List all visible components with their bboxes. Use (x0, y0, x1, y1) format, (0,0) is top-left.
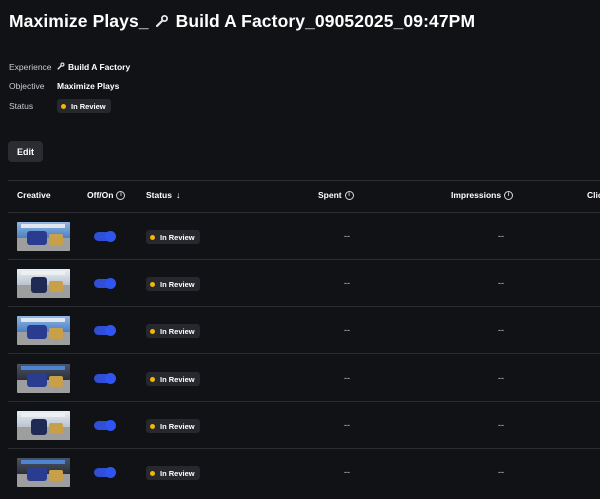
meta-objective: Objective Maximize Plays (9, 79, 119, 93)
column-header-off-on: Off/On i (87, 190, 126, 200)
status-badge: In Review (146, 324, 200, 338)
status-badge-text: In Review (160, 232, 195, 242)
spent-value: -- (344, 420, 350, 430)
status-badge-text: In Review (160, 421, 195, 431)
spent-value: -- (344, 467, 350, 477)
column-header-impressions[interactable]: Impressions i (451, 190, 514, 200)
table-top-divider (8, 180, 600, 181)
status-badge-text: In Review (160, 326, 195, 336)
column-header-creative-label: Creative (17, 190, 51, 200)
column-header-spent-label: Spent (318, 190, 342, 200)
table-row[interactable]: In Review -- -- (8, 402, 600, 449)
wrench-icon (57, 62, 65, 72)
creative-thumbnail[interactable] (17, 222, 70, 251)
enable-toggle[interactable] (94, 467, 116, 478)
status-dot-icon (150, 328, 155, 334)
experience-value-text: Build A Factory (68, 62, 131, 72)
column-header-impressions-label: Impressions (451, 190, 502, 200)
experience-value[interactable]: Build A Factory (57, 62, 130, 72)
objective-label: Objective (9, 81, 45, 91)
enable-toggle[interactable] (94, 325, 116, 336)
meta-experience: Experience Build A Factory (9, 60, 130, 74)
status-badge: In Review (146, 277, 200, 291)
page-title: Maximize Plays_ Build A Factory_09052025… (9, 11, 475, 33)
table-row[interactable]: In Review -- -- (8, 449, 600, 496)
spent-value: -- (344, 231, 350, 241)
spent-value: -- (344, 278, 350, 288)
status-dot-icon (61, 103, 66, 109)
table-row[interactable]: In Review -- -- (8, 355, 600, 402)
impressions-value: -- (498, 420, 504, 430)
column-header-clicks-label: Clic (587, 190, 600, 200)
title-prefix: Maximize Plays_ (9, 11, 149, 31)
creative-thumbnail[interactable] (17, 364, 70, 393)
column-header-creative: Creative (17, 190, 51, 200)
impressions-value: -- (498, 325, 504, 335)
info-icon[interactable]: i (116, 190, 126, 200)
column-header-clicks[interactable]: Clic (587, 190, 600, 200)
impressions-value: -- (498, 373, 504, 383)
status-label: Status (9, 101, 34, 111)
info-icon[interactable]: i (504, 190, 514, 200)
status-dot-icon (150, 281, 155, 287)
creative-thumbnail[interactable] (17, 316, 70, 345)
impressions-value: -- (498, 278, 504, 288)
table-row[interactable]: In Review -- -- (8, 260, 600, 307)
edit-button[interactable]: Edit (8, 141, 43, 162)
impressions-value: -- (498, 231, 504, 241)
status-badge-text: In Review (160, 374, 195, 384)
title-suffix: Build A Factory_09052025_09:47PM (175, 11, 476, 31)
enable-toggle[interactable] (94, 373, 116, 384)
status-dot-icon (150, 234, 155, 240)
arrow-down-icon[interactable]: ↓ (176, 190, 181, 200)
table-row[interactable]: In Review -- -- (8, 213, 600, 260)
column-header-status-label: Status (146, 190, 172, 200)
status-badge: In Review (57, 99, 111, 113)
status-dot-icon (150, 423, 155, 429)
meta-status: Status In Review (9, 99, 111, 113)
info-icon[interactable]: i (344, 190, 354, 200)
creative-thumbnail[interactable] (17, 411, 70, 440)
status-badge: In Review (146, 230, 200, 244)
wrench-icon (155, 12, 169, 33)
column-header-status[interactable]: Status ↓ (146, 190, 180, 200)
creative-thumbnail[interactable] (17, 458, 70, 487)
status-badge: In Review (146, 372, 200, 386)
spent-value: -- (344, 325, 350, 335)
column-header-spent[interactable]: Spent i (318, 190, 354, 200)
enable-toggle[interactable] (94, 420, 116, 431)
status-dot-icon (150, 470, 155, 476)
table-row[interactable]: In Review -- -- (8, 307, 600, 354)
column-header-off-on-label: Off/On (87, 190, 114, 200)
experience-label: Experience (9, 62, 52, 72)
status-badge: In Review (146, 419, 200, 433)
enable-toggle[interactable] (94, 278, 116, 289)
creative-thumbnail[interactable] (17, 269, 70, 298)
enable-toggle[interactable] (94, 231, 116, 242)
status-badge-text: In Review (160, 468, 195, 478)
status-dot-icon (150, 376, 155, 382)
status-badge-text: In Review (160, 279, 195, 289)
status-badge-text: In Review (71, 101, 106, 111)
objective-value: Maximize Plays (57, 81, 120, 91)
spent-value: -- (344, 373, 350, 383)
impressions-value: -- (498, 467, 504, 477)
status-badge: In Review (146, 466, 200, 480)
row-divider (8, 353, 600, 354)
